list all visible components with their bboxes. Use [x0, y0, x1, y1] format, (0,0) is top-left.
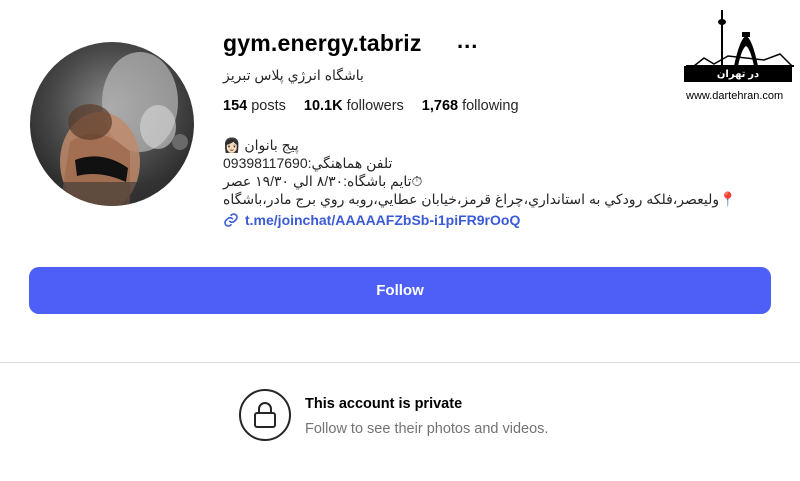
lock-icon: [254, 402, 276, 428]
profile-stats: 154 posts 10.1K followers 1,768 following: [223, 98, 519, 114]
more-options-icon[interactable]: ...: [457, 30, 478, 52]
bio-link[interactable]: t.me/joinchat/AAAAAFZbSb-i1piFR9rOoQ: [223, 211, 737, 229]
posts-count: 154: [223, 98, 248, 114]
following-count: 1,768: [421, 98, 459, 114]
followers-stat[interactable]: 10.1K followers: [304, 98, 404, 114]
bio-line-address: 📍وليعصر،فلكه رودكي به استانداري،چراغ قرم…: [223, 191, 737, 207]
follow-button[interactable]: Follow: [29, 267, 771, 314]
private-account-subtitle: Follow to see their photos and videos.: [305, 421, 549, 437]
private-account-title: This account is private: [305, 396, 463, 412]
profile-avatar[interactable]: [30, 42, 194, 206]
followers-count: 10.1K: [303, 98, 343, 114]
followers-label: followers: [346, 98, 404, 114]
link-icon: [224, 213, 238, 227]
following-label: following: [462, 98, 519, 114]
profile-bio: پیج بانوان 👩🏻 تلفن هماهنگي:09398117690 ⏱…: [223, 136, 737, 229]
posts-label: posts: [251, 98, 286, 114]
following-stat[interactable]: 1,768 following: [422, 98, 519, 114]
bio-line-phone: تلفن هماهنگي:09398117690: [223, 155, 393, 171]
profile-full-name: باشگاه انرژي پلاس تبريز: [223, 67, 364, 83]
private-account-lock: [239, 389, 291, 441]
watermark-brand: در تهران: [684, 66, 792, 82]
profile-username: gym.energy.tabriz: [223, 30, 422, 56]
watermark-url: www.dartehran.com: [686, 90, 784, 102]
posts-stat: 154 posts: [223, 98, 286, 114]
bio-line-women-page: پیج بانوان 👩🏻: [223, 137, 299, 153]
section-divider: [0, 362, 800, 363]
milad-tower-logo: [686, 10, 794, 67]
dartehran-watermark: در تهران www.dartehran.com: [684, 8, 796, 106]
bio-link-text[interactable]: t.me/joinchat/AAAAAFZbSb-i1piFR9rOoQ: [245, 211, 520, 229]
bio-line-hours: ⏱تايم باشگاه:۸/۳۰ الي ۱۹/۳۰ عصر: [223, 173, 423, 189]
